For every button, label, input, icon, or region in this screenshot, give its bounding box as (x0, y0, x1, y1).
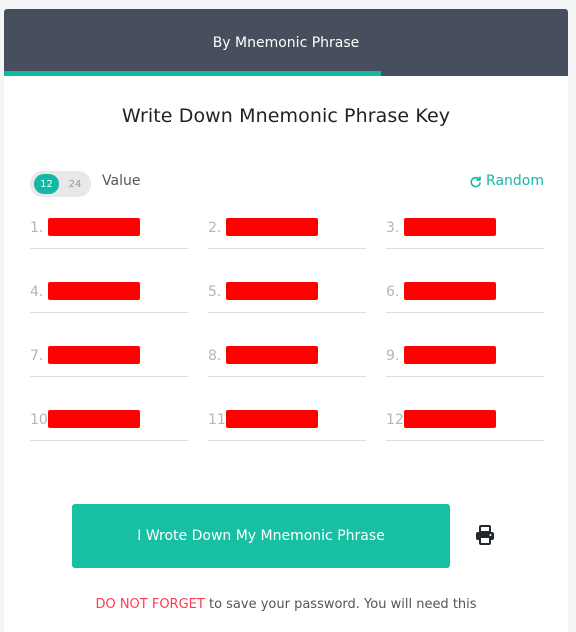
word-field-9[interactable]: 9. (386, 337, 544, 377)
word-number: 3. (386, 220, 400, 236)
redacted-word (404, 218, 496, 236)
tab-mnemonic-phrase[interactable]: By Mnemonic Phrase (4, 9, 568, 76)
word-number: 2. (208, 220, 222, 236)
word-number: 10 (30, 412, 48, 428)
redacted-word (48, 410, 140, 428)
redacted-word (48, 218, 140, 236)
tab-progress-indicator (4, 71, 381, 76)
refresh-icon (470, 175, 481, 187)
redacted-word (404, 282, 496, 300)
mnemonic-card: By Mnemonic Phrase Write Down Mnemonic P… (4, 9, 568, 632)
confirm-button-label: I Wrote Down My Mnemonic Phrase (137, 528, 385, 544)
redacted-word (404, 346, 496, 364)
redacted-word (226, 410, 318, 428)
word-number: 1. (30, 220, 44, 236)
redacted-word (226, 282, 318, 300)
warning-highlight: DO NOT FORGET (95, 597, 205, 612)
page-title: Write Down Mnemonic Phrase Key (121, 105, 451, 127)
confirm-written-button[interactable]: I Wrote Down My Mnemonic Phrase (72, 504, 450, 568)
redacted-word (404, 410, 496, 428)
word-field-12[interactable]: 12. (386, 401, 544, 441)
word-field-8[interactable]: 8. (208, 337, 366, 377)
word-field-3[interactable]: 3. (386, 209, 544, 249)
save-password-warning: DO NOT FORGET to save your password. You… (4, 597, 568, 612)
word-field-7[interactable]: 7. (30, 337, 188, 377)
word-field-1[interactable]: 1. (30, 209, 188, 249)
word-number: 8. (208, 348, 222, 364)
toggle-option-24[interactable]: 24 (64, 174, 86, 194)
tab-label: By Mnemonic Phrase (212, 34, 360, 51)
warning-text: to save your password. You will need thi… (208, 597, 477, 612)
random-label: Random (486, 173, 544, 189)
printer-icon[interactable] (474, 524, 496, 546)
value-label: Value (102, 173, 141, 189)
word-number: 5. (208, 284, 222, 300)
word-field-10[interactable]: 10 (30, 401, 188, 441)
toggle-option-12[interactable]: 12 (34, 174, 59, 194)
word-number: 7. (30, 348, 44, 364)
random-button[interactable]: Random (469, 173, 544, 189)
word-field-5[interactable]: 5. (208, 273, 366, 313)
redacted-word (226, 218, 318, 236)
redacted-word (48, 346, 140, 364)
word-field-4[interactable]: 4. (30, 273, 188, 313)
word-field-11[interactable]: 11. (208, 401, 366, 441)
word-number: 4. (30, 284, 44, 300)
word-field-6[interactable]: 6. (386, 273, 544, 313)
word-count-toggle[interactable]: 12 24 (30, 171, 91, 197)
word-field-2[interactable]: 2. (208, 209, 366, 249)
redacted-word (226, 346, 318, 364)
word-number: 9. (386, 348, 400, 364)
word-number: 6. (386, 284, 400, 300)
redacted-word (48, 282, 140, 300)
